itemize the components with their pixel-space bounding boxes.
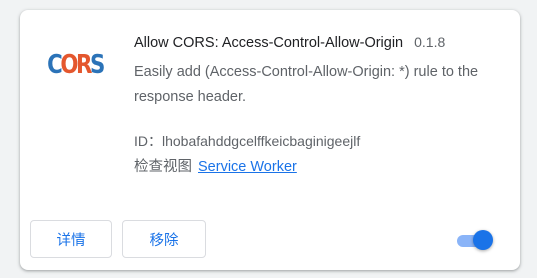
id-label: ID： (134, 133, 162, 149)
details-button[interactable]: 详情 (30, 220, 112, 258)
remove-button[interactable]: 移除 (122, 220, 206, 258)
inspect-views-label: 检查视图 (134, 159, 192, 175)
extension-version: 0.1.8 (414, 34, 446, 50)
extension-card: CORS Allow CORS: Access-Control-Allow-Or… (20, 10, 520, 270)
service-worker-link[interactable]: Service Worker (198, 159, 297, 175)
extension-name: Allow CORS: Access-Control-Allow-Origin (134, 35, 404, 51)
extension-info: Allow CORS: Access-Control-Allow-Origin … (134, 34, 500, 176)
enable-toggle[interactable] (455, 229, 495, 251)
logo-text: CORS (47, 50, 105, 80)
extension-description: Easily add (Access-Control-Allow-Origin:… (134, 64, 479, 105)
extension-id: ID：lhobafahddgcelffkeicbaginigeejlf (134, 131, 500, 151)
id-value: lhobafahddgcelffkeicbaginigeejlf (162, 133, 361, 149)
title-row: Allow CORS: Access-Control-Allow-Origin … (134, 34, 500, 51)
inspect-views: 检查视图 Service Worker (134, 155, 500, 176)
toggle-knob (473, 230, 493, 250)
cors-logo-icon: CORS (47, 40, 105, 90)
